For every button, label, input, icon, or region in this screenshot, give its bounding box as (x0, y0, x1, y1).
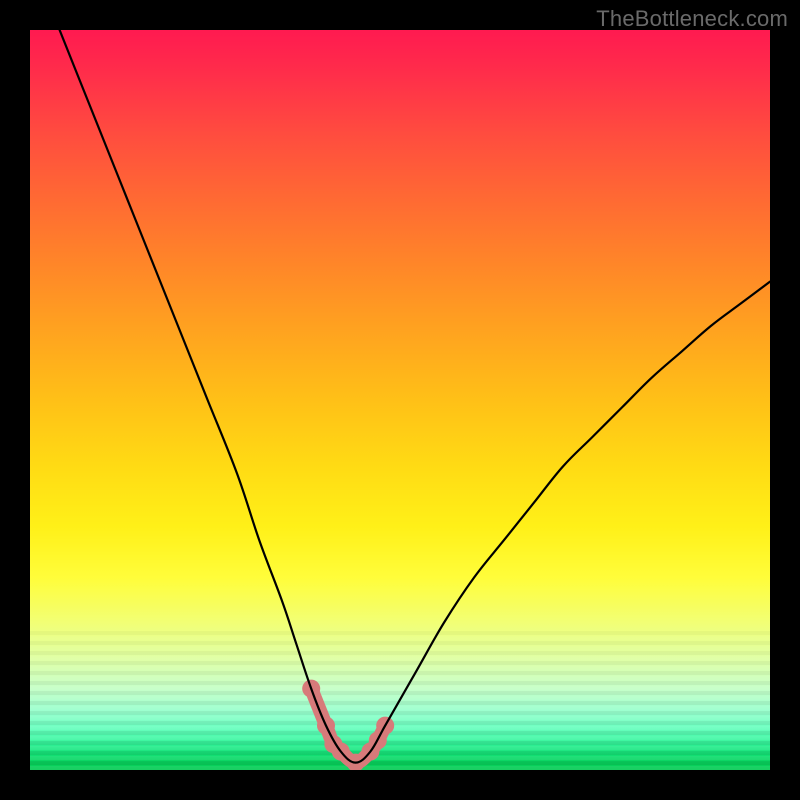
curve-layer (30, 30, 770, 770)
chart-frame: TheBottleneck.com (0, 0, 800, 800)
valley-marker-group (302, 680, 394, 770)
plot-area (30, 30, 770, 770)
bottleneck-curve (60, 30, 770, 763)
watermark-text: TheBottleneck.com (596, 6, 788, 32)
